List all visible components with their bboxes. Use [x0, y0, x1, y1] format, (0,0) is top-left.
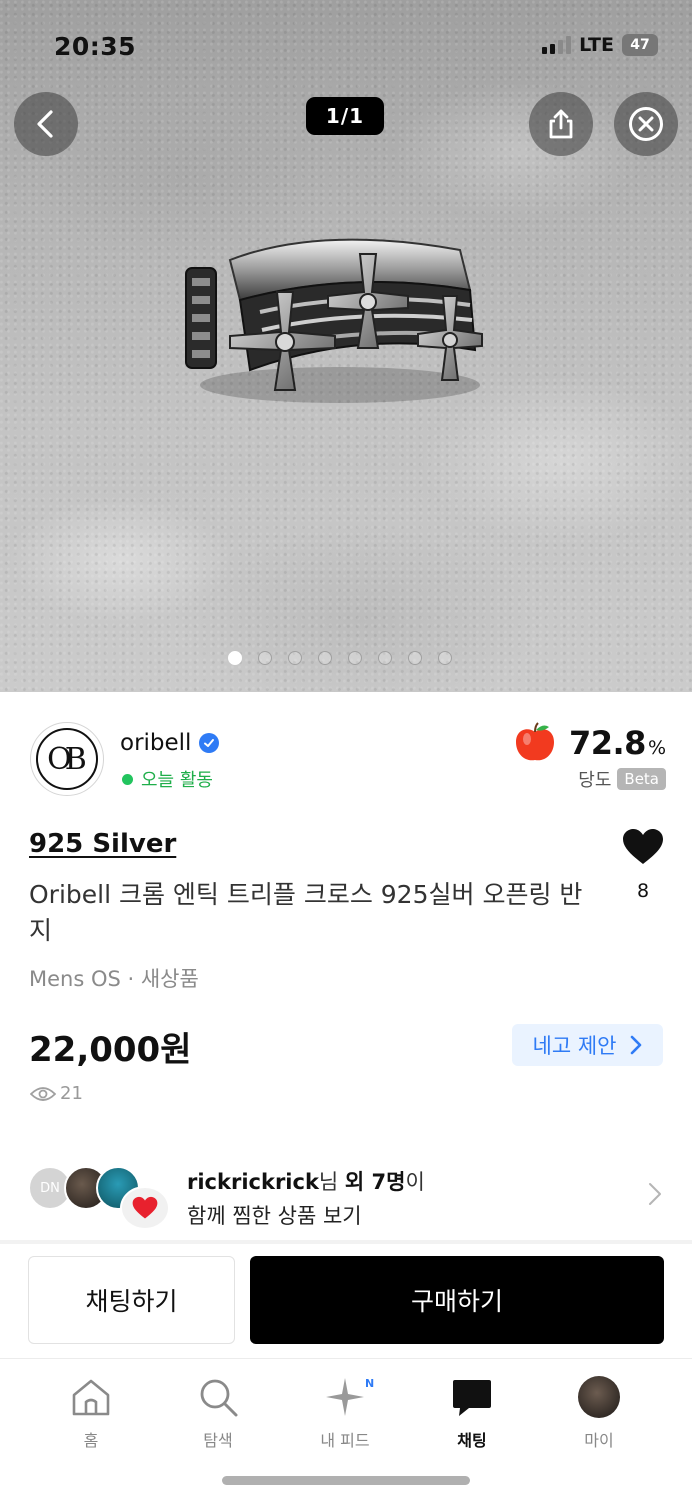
sweetness-unit: %	[647, 737, 666, 759]
buy-button[interactable]: 구매하기	[250, 1256, 664, 1344]
apple-icon	[515, 722, 554, 761]
brand-link[interactable]: 925 Silver	[29, 829, 176, 859]
chat-button[interactable]: 채팅하기	[28, 1256, 235, 1344]
gallery-dot	[348, 651, 362, 665]
gallery-dot	[288, 651, 302, 665]
close-icon	[629, 107, 663, 141]
verified-icon	[199, 733, 220, 753]
tab-search-label: 탐색	[203, 1431, 233, 1450]
beta-badge: Beta	[617, 768, 666, 790]
product-image[interactable]: 20:35 LTE 47 1/1	[0, 0, 692, 692]
likers-row[interactable]: DN rickrickrick님 외 7명이 함께 찜한 상품 보기	[28, 1160, 668, 1230]
back-arrow-icon	[37, 110, 53, 138]
offer-label: 네고 제안	[532, 1034, 617, 1058]
tab-feed[interactable]: N 내 피드	[295, 1373, 395, 1451]
eye-icon	[30, 1086, 56, 1101]
feed-new-badge: N	[365, 1377, 375, 1390]
gallery-dot	[438, 651, 452, 665]
view-count: 21	[30, 1083, 83, 1104]
sweetness-value: 72.8	[568, 724, 646, 762]
my-avatar	[578, 1376, 620, 1418]
tab-home[interactable]: 홈	[41, 1373, 141, 1451]
home-indicator	[222, 1476, 470, 1485]
gallery-dot	[318, 651, 332, 665]
gallery-dot	[228, 651, 242, 665]
status-bar: 20:35 LTE 47	[0, 28, 692, 68]
chat-bubble-icon	[453, 1380, 491, 1416]
tab-my[interactable]: 마이	[549, 1373, 649, 1451]
product-meta: Mens OS · 새상품	[29, 967, 199, 991]
like-count: 8	[636, 880, 650, 902]
chevron-right-icon	[649, 1183, 661, 1205]
liker-others: 외 7명	[344, 1170, 406, 1194]
section-divider	[0, 1240, 692, 1244]
seller-name-text: oribell	[120, 730, 192, 756]
seller-activity: 오늘 활동	[122, 766, 213, 792]
liker-name: rickrickrick	[187, 1170, 319, 1194]
network-label: LTE	[579, 34, 614, 56]
product-price: 22,000원	[29, 1030, 192, 1070]
seller-logo-text: OB	[36, 728, 98, 790]
tab-my-label: 마이	[584, 1431, 614, 1450]
sweetness-label: 당도	[578, 770, 612, 791]
sparkle-icon	[326, 1378, 364, 1416]
tab-chat-label: 채팅	[457, 1431, 487, 1450]
share-icon	[549, 109, 573, 139]
gallery-dot	[258, 651, 272, 665]
status-time: 20:35	[54, 32, 137, 61]
red-heart-icon	[132, 1196, 158, 1219]
home-icon	[72, 1379, 110, 1416]
liker-avatars: DN	[28, 1166, 178, 1230]
liker-suffix: 님	[318, 1170, 345, 1194]
gallery-dots	[228, 651, 452, 665]
signal-icon	[542, 36, 572, 54]
tab-chat[interactable]: 채팅	[422, 1373, 522, 1451]
status-icons: LTE 47	[542, 34, 658, 56]
liker-suffix-b: 이	[405, 1170, 425, 1194]
search-icon	[200, 1379, 238, 1417]
gallery-dot	[378, 651, 392, 665]
offer-button[interactable]: 네고 제안	[512, 1024, 663, 1066]
seller-avatar[interactable]: OB	[30, 722, 104, 796]
activity-dot-icon	[122, 773, 133, 785]
heart-icon	[623, 829, 663, 864]
gallery-dot	[408, 651, 422, 665]
close-button[interactable]	[614, 92, 678, 156]
image-counter: 1/1	[306, 97, 384, 135]
activity-label: 오늘 활동	[141, 770, 213, 791]
likers-link-text: 함께 찜한 상품 보기	[187, 1204, 362, 1228]
back-button[interactable]	[14, 92, 78, 156]
chevron-right-icon	[631, 1035, 642, 1055]
heart-avatar	[120, 1186, 170, 1230]
view-count-value: 21	[60, 1083, 83, 1104]
likers-summary: rickrickrick님 외 7명이	[187, 1166, 425, 1196]
battery-icon: 47	[622, 34, 658, 56]
bottom-tab-bar: 홈 탐색 N 내 피드 채팅 마이	[0, 1358, 692, 1500]
seller-name[interactable]: oribell	[120, 730, 220, 756]
share-button[interactable]	[529, 92, 593, 156]
seller-sweetness[interactable]: 72.8% 당도 Beta	[513, 722, 666, 792]
tab-home-label: 홈	[83, 1431, 99, 1450]
tab-search[interactable]: 탐색	[168, 1373, 268, 1451]
ring-image	[185, 238, 483, 403]
seller-row[interactable]: OB oribell 오늘 활동 72.8% 당도 Beta	[30, 722, 670, 802]
tab-feed-label: 내 피드	[320, 1431, 370, 1450]
product-title: Oribell 크롬 엔틱 트리플 크로스 925실버 오픈링 반지	[29, 880, 583, 945]
like-button[interactable]: 8	[618, 828, 668, 902]
